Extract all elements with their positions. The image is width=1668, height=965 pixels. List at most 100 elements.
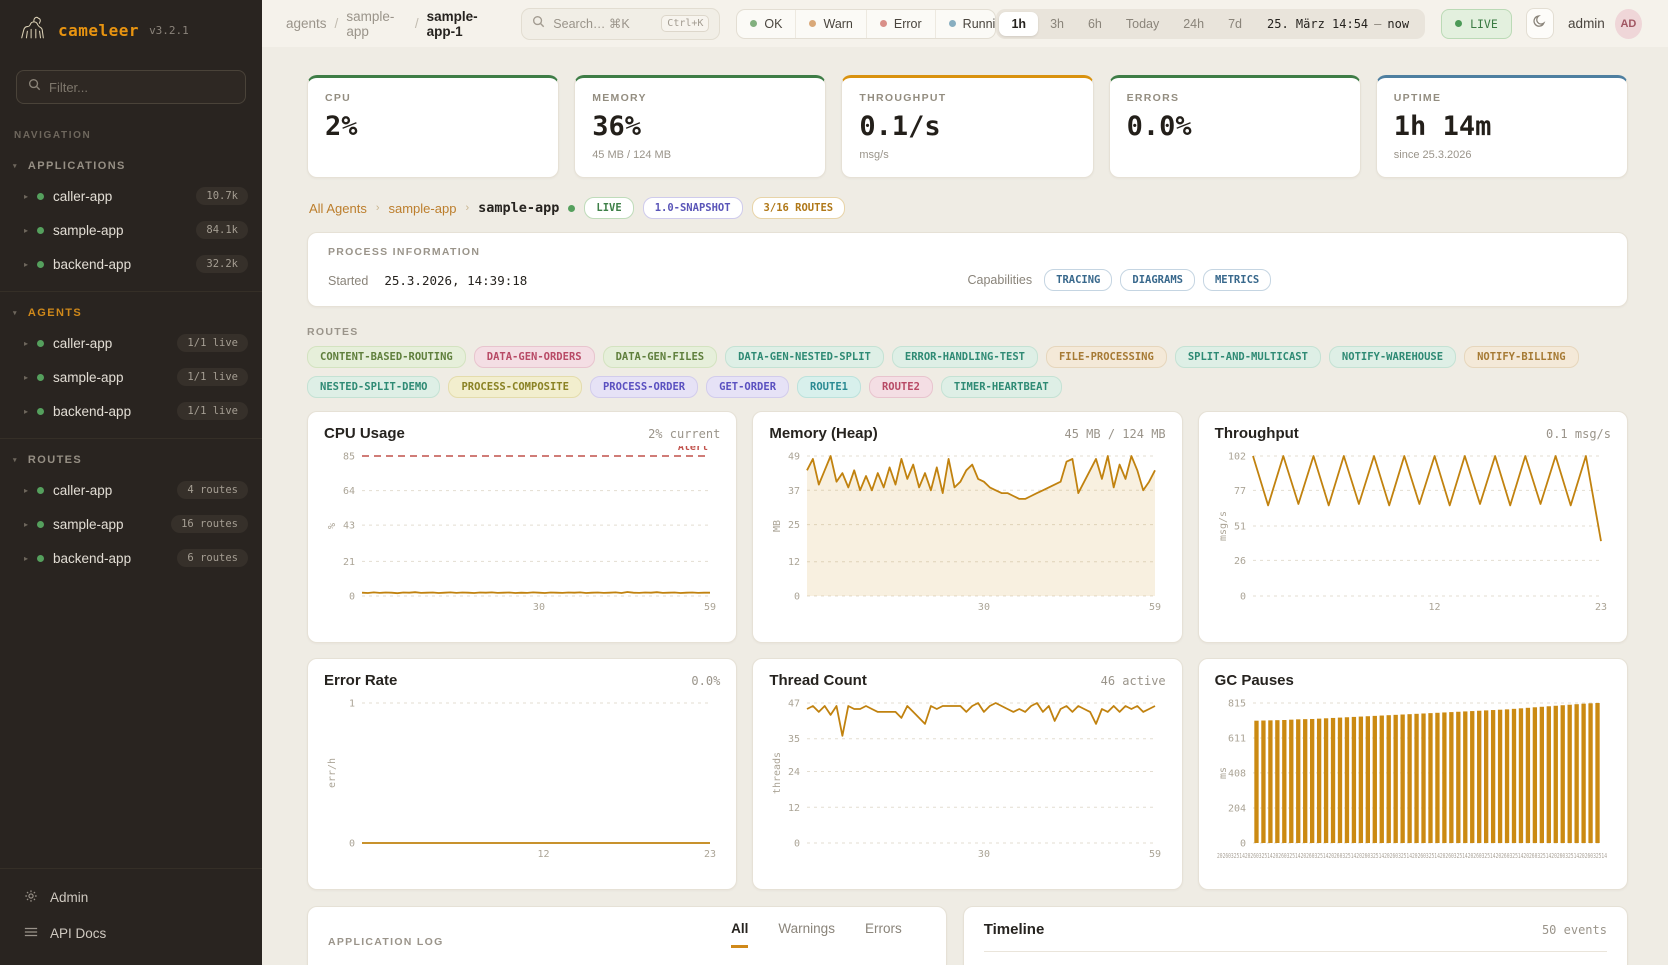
chart-header: Memory (Heap)45 MB / 124 MB (769, 425, 1165, 442)
sidebar-item-agents-caller-app[interactable]: ▸caller-app1/1 live (0, 326, 262, 360)
chart-title: Thread Count (769, 672, 867, 689)
chevron-right-icon: ▸ (24, 407, 28, 416)
route-chip-data-gen-nested-split[interactable]: DATA-GEN-NESTED-SPLIT (725, 346, 884, 368)
sidebar-filter (16, 70, 246, 104)
sidebar-item-applications-caller-app[interactable]: ▸caller-app10.7k (0, 179, 262, 213)
logo-home-link[interactable]: cameleer v3.2.1 (0, 0, 262, 58)
agent-badge-1-0-snapshot: 1.0-SNAPSHOT (643, 197, 743, 219)
live-label: LIVE (1470, 17, 1498, 31)
sidebar-item-routes-backend-app[interactable]: ▸backend-app6 routes (0, 541, 262, 575)
agent-badge-3-16-routes: 3/16 ROUTES (752, 197, 846, 219)
section-header-routes[interactable]: ▾ROUTES (0, 445, 262, 473)
svg-text:64: 64 (343, 486, 355, 497)
route-chip-file-processing[interactable]: FILE-PROCESSING (1046, 346, 1167, 368)
log-tab-all[interactable]: All (731, 921, 748, 948)
route-chip-data-gen-files[interactable]: DATA-GEN-FILES (603, 346, 718, 368)
route-chip-get-order[interactable]: GET-ORDER (706, 376, 789, 398)
svg-text:30: 30 (533, 602, 545, 613)
svg-text:43: 43 (343, 521, 355, 532)
log-tab-warnings[interactable]: Warnings (778, 921, 835, 948)
section-header-agents[interactable]: ▾ AGENTS (0, 298, 262, 326)
chart-plot-memory: 012253749MB3059 (769, 446, 1165, 614)
route-chip-route2[interactable]: ROUTE2 (869, 376, 933, 398)
chart-header: GC Pauses (1215, 672, 1611, 689)
sidebar-item-applications-sample-app[interactable]: ▸sample-app84.1k (0, 213, 262, 247)
sidebar-item-api-docs[interactable]: API Docs (0, 916, 262, 951)
time-range-1h[interactable]: 1h (999, 12, 1038, 36)
status-filter-running[interactable]: Running (935, 10, 997, 38)
chevron-down-icon: ▾ (13, 309, 18, 317)
chart-current-value: 0.0% (691, 674, 720, 688)
status-dot-icon (37, 521, 44, 528)
route-chip-nested-split-demo[interactable]: NESTED-SPLIT-DEMO (307, 376, 440, 398)
bottom-row: APPLICATION LOG AllWarningsErrors Timeli… (307, 906, 1628, 965)
chevron-right-icon: ▸ (24, 486, 28, 495)
route-chip-notify-warehouse[interactable]: NOTIFY-WAREHOUSE (1329, 346, 1456, 368)
chart-title: Error Rate (324, 672, 397, 689)
time-range-24h[interactable]: 24h (1171, 12, 1216, 36)
route-chip-data-gen-orders[interactable]: DATA-GEN-ORDERS (474, 346, 595, 368)
route-chip-error-handling-test[interactable]: ERROR-HANDLING-TEST (892, 346, 1038, 368)
section-label: AGENTS (28, 307, 82, 319)
agent-current: sample-app (478, 200, 559, 216)
capabilities-label: Capabilities (968, 273, 1033, 287)
kpi-label: UPTIME (1394, 92, 1610, 104)
log-tab-errors[interactable]: Errors (865, 921, 902, 948)
chart-header: Error Rate 0.0% (324, 672, 720, 689)
search-input[interactable] (553, 17, 653, 31)
route-chip-route1[interactable]: ROUTE1 (797, 376, 861, 398)
breadcrumb-sample-app[interactable]: sample-app (346, 9, 407, 39)
user-avatar[interactable]: AD (1615, 9, 1642, 39)
time-range-today[interactable]: Today (1114, 12, 1171, 36)
sidebar-item-applications-backend-app[interactable]: ▸backend-app32.2k (0, 247, 262, 281)
svg-text:408: 408 (1228, 768, 1246, 779)
chevron-down-icon: ▾ (13, 162, 18, 170)
route-chip-timer-heartbeat[interactable]: TIMER-HEARTBEAT (941, 376, 1062, 398)
started-label: Started (328, 274, 368, 288)
section-label: ROUTES (28, 454, 82, 466)
sidebar-item-agents-sample-app[interactable]: ▸sample-app1/1 live (0, 360, 262, 394)
route-chip-content-based-routing[interactable]: CONTENT-BASED-ROUTING (307, 346, 466, 368)
sidebar-item-label: caller-app (53, 483, 112, 498)
breadcrumb-separator: / (415, 16, 419, 31)
breadcrumb-agents[interactable]: agents (286, 16, 327, 31)
route-chip-split-and-multicast[interactable]: SPLIT-AND-MULTICAST (1175, 346, 1321, 368)
kpi-value: 36% (592, 111, 808, 142)
process-info-title: PROCESS INFORMATION (328, 246, 1607, 258)
sidebar-item-label: caller-app (53, 189, 112, 204)
timeline-event-count: 50 events (1542, 923, 1607, 937)
time-range-6h[interactable]: 6h (1076, 12, 1114, 36)
status-filter-error[interactable]: Error (866, 10, 935, 38)
chart-plot-throughput: 0265177102msg/s1223 (1215, 446, 1611, 614)
sidebar-item-agents-backend-app[interactable]: ▸backend-app1/1 live (0, 394, 262, 428)
section-header-applications[interactable]: ▾APPLICATIONS (0, 151, 262, 179)
agent-separator: › (465, 202, 469, 214)
route-chip-process-order[interactable]: PROCESS-ORDER (590, 376, 698, 398)
svg-text:611: 611 (1228, 734, 1246, 745)
svg-text:59: 59 (704, 602, 716, 613)
chevron-right-icon: ▸ (24, 192, 28, 201)
time-range-3h[interactable]: 3h (1038, 12, 1076, 36)
agent-link-sample-app[interactable]: sample-app (389, 201, 457, 216)
nav-section-routes: ▾ROUTES▸caller-app4 routes▸sample-app16 … (0, 439, 262, 585)
status-filter-label: Error (894, 17, 922, 31)
date-range-display[interactable]: 25. März 14:54—now (1254, 17, 1422, 31)
sidebar-item-admin[interactable]: Admin (0, 879, 262, 916)
live-status-badge[interactable]: LIVE (1441, 9, 1512, 39)
status-dot-icon (37, 408, 44, 415)
status-filter-ok[interactable]: OK (737, 10, 795, 38)
sidebar-item-routes-caller-app[interactable]: ▸caller-app4 routes (0, 473, 262, 507)
breadcrumb-current: sample-app-1 (427, 9, 502, 39)
theme-toggle-button[interactable] (1526, 8, 1554, 39)
filter-input[interactable] (49, 80, 209, 95)
svg-text:30: 30 (978, 849, 990, 860)
agent-link-all-agents[interactable]: All Agents (309, 201, 367, 216)
time-range-7d[interactable]: 7d (1216, 12, 1254, 36)
svg-text:12: 12 (788, 557, 800, 568)
route-chip-process-composite[interactable]: PROCESS-COMPOSITE (448, 376, 581, 398)
sidebar-item-routes-sample-app[interactable]: ▸sample-app16 routes (0, 507, 262, 541)
status-filter-warn[interactable]: Warn (795, 10, 865, 38)
svg-text:0: 0 (349, 839, 355, 850)
timeline-card: Timeline 50 events (963, 906, 1628, 965)
route-chip-notify-billing[interactable]: NOTIFY-BILLING (1464, 346, 1579, 368)
